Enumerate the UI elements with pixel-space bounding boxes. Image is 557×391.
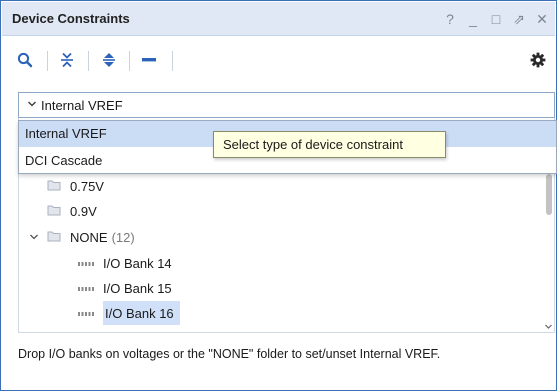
scrollbar-thumb[interactable] xyxy=(546,174,552,215)
expand-all-icon[interactable] xyxy=(98,49,120,71)
toolbar-separator xyxy=(88,51,89,71)
io-bank-icon xyxy=(78,256,94,271)
tree-row-label: I/O Bank 14 xyxy=(103,255,172,271)
io-bank-icon xyxy=(78,281,94,296)
tree-row-none[interactable]: NONE (12) xyxy=(29,225,135,249)
search-icon[interactable] xyxy=(14,49,36,71)
panel-title: Device Constraints xyxy=(12,11,130,26)
toolbar xyxy=(2,37,555,83)
gear-icon[interactable] xyxy=(527,49,549,71)
tree-row-label: 0.75V xyxy=(70,178,104,194)
folder-icon xyxy=(47,179,61,194)
chevron-down-icon xyxy=(27,98,37,113)
collapse-all-icon[interactable] xyxy=(56,49,78,71)
combo-selected-value: Internal VREF xyxy=(41,98,123,113)
tree-row-label: I/O Bank 16 xyxy=(105,305,174,321)
tree-row-label: 0.9V xyxy=(70,203,97,219)
toolbar-separator xyxy=(129,51,130,71)
selected-label-highlight: I/O Bank 16 xyxy=(103,301,180,325)
remove-icon[interactable] xyxy=(138,49,160,71)
restore-icon[interactable]: □ xyxy=(489,11,503,27)
minimize-icon[interactable]: _ xyxy=(466,11,480,27)
folder-icon xyxy=(47,204,61,219)
toolbar-separator xyxy=(172,51,173,71)
tree-row-io-bank-16[interactable]: I/O Bank 16 xyxy=(78,301,180,325)
tree-row-label: NONE xyxy=(70,229,108,245)
tree-scrollbar[interactable] xyxy=(545,174,553,329)
tree-row-count: (12) xyxy=(111,229,135,245)
close-icon[interactable]: ✕ xyxy=(535,11,549,28)
tree-row-0-75v[interactable]: 0.75V xyxy=(47,174,104,198)
device-constraints-panel: Device Constraints ? _ □ ⇗ ✕ Internal VR… xyxy=(0,0,557,391)
constraint-type-combo[interactable]: Internal VREF xyxy=(18,92,555,118)
panel-titlebar: Device Constraints ? _ □ ⇗ ✕ xyxy=(2,2,555,36)
scroll-down-icon[interactable] xyxy=(544,319,553,329)
chevron-down-icon[interactable] xyxy=(29,230,39,245)
window-controls: ? _ □ ⇗ ✕ xyxy=(443,8,549,30)
tree-row-label: I/O Bank 15 xyxy=(103,280,172,296)
help-icon[interactable]: ? xyxy=(443,11,457,27)
toolbar-separator xyxy=(47,51,48,71)
tree-row-io-bank-15[interactable]: I/O Bank 15 xyxy=(78,276,172,300)
tooltip: Select type of device constraint xyxy=(213,131,446,158)
io-bank-icon xyxy=(78,306,94,321)
folder-icon xyxy=(47,230,61,245)
tree-row-0-9v[interactable]: 0.9V xyxy=(47,199,97,223)
tree-row-io-bank-14[interactable]: I/O Bank 14 xyxy=(78,251,172,275)
status-message: Drop I/O banks on voltages or the "NONE"… xyxy=(18,347,441,361)
float-icon[interactable]: ⇗ xyxy=(512,11,526,28)
